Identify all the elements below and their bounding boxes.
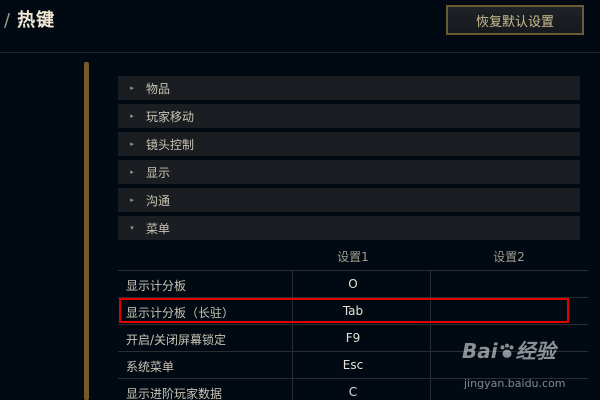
hotkey-name: 显示计分板 (126, 279, 187, 293)
collapse-arrow-icon: ▸ (130, 112, 134, 120)
hotkey-key1[interactable]: O (293, 277, 413, 291)
hotkeys-screen: / 热键 恢复默认设置 ▸ 物品 ▸ 玩家移动 ▸ 镜头控制 ▸ 显示 ▸ 沟通 … (0, 0, 600, 400)
collapse-arrow-icon: ▸ (130, 196, 134, 204)
page-title: / 热键 (4, 6, 55, 32)
hotkey-name: 显示计分板（长驻） (126, 306, 235, 320)
hotkey-key1[interactable]: Tab (293, 304, 413, 318)
category-items[interactable]: ▸ 物品 (118, 76, 580, 100)
column-divider (430, 352, 431, 378)
category-label: 玩家移动 (146, 109, 195, 124)
column-divider (430, 379, 431, 400)
paw-icon (500, 343, 514, 358)
category-label: 显示 (146, 165, 171, 180)
column-divider (430, 298, 431, 324)
collapse-arrow-icon: ▸ (130, 84, 134, 92)
watermark-brand-tail: 经验 (515, 339, 556, 363)
collapse-arrow-icon: ▸ (130, 168, 134, 176)
category-menu[interactable]: ▾ 菜单 (118, 216, 580, 240)
hotkey-name: 开启/关闭屏幕锁定 (126, 333, 227, 347)
watermark-url: jingyan.baidu.com (464, 377, 566, 390)
table-row[interactable]: 显示计分板（长驻） Tab (118, 298, 588, 325)
category-label: 沟通 (146, 193, 171, 208)
category-communication[interactable]: ▸ 沟通 (118, 188, 580, 212)
column-divider (430, 271, 431, 297)
scrollbar[interactable] (84, 62, 89, 400)
restore-defaults-button[interactable]: 恢复默认设置 (446, 5, 584, 35)
hotkey-name: 显示进阶玩家数据 (126, 387, 223, 400)
category-label: 镜头控制 (146, 137, 195, 152)
header: / 热键 恢复默认设置 (0, 0, 600, 53)
column-divider (430, 325, 431, 351)
baidu-watermark: Bai 经验 jingyan.baidu.com (462, 335, 592, 395)
expand-arrow-icon: ▾ (130, 224, 134, 232)
watermark-brand: Bai (462, 339, 498, 363)
page-title-text: 热键 (17, 10, 56, 31)
table-row[interactable]: 显示计分板 O (118, 271, 588, 298)
hotkey-key1[interactable]: Esc (293, 358, 413, 372)
hotkey-key1[interactable]: F9 (293, 331, 413, 345)
hotkey-name: 系统菜单 (126, 360, 175, 374)
watermark-logo: Bai 经验 (462, 335, 556, 364)
category-player-movement[interactable]: ▸ 玩家移动 (118, 104, 580, 128)
category-display[interactable]: ▸ 显示 (118, 160, 580, 184)
hotkey-key1[interactable]: C (293, 385, 413, 399)
breadcrumb-separator: / (4, 10, 12, 31)
category-label: 菜单 (146, 221, 171, 236)
column-header-setting2: 设置2 (493, 250, 525, 264)
column-header-setting1: 设置1 (337, 250, 369, 264)
category-label: 物品 (146, 81, 171, 96)
category-camera-control[interactable]: ▸ 镜头控制 (118, 132, 580, 156)
collapse-arrow-icon: ▸ (130, 140, 134, 148)
